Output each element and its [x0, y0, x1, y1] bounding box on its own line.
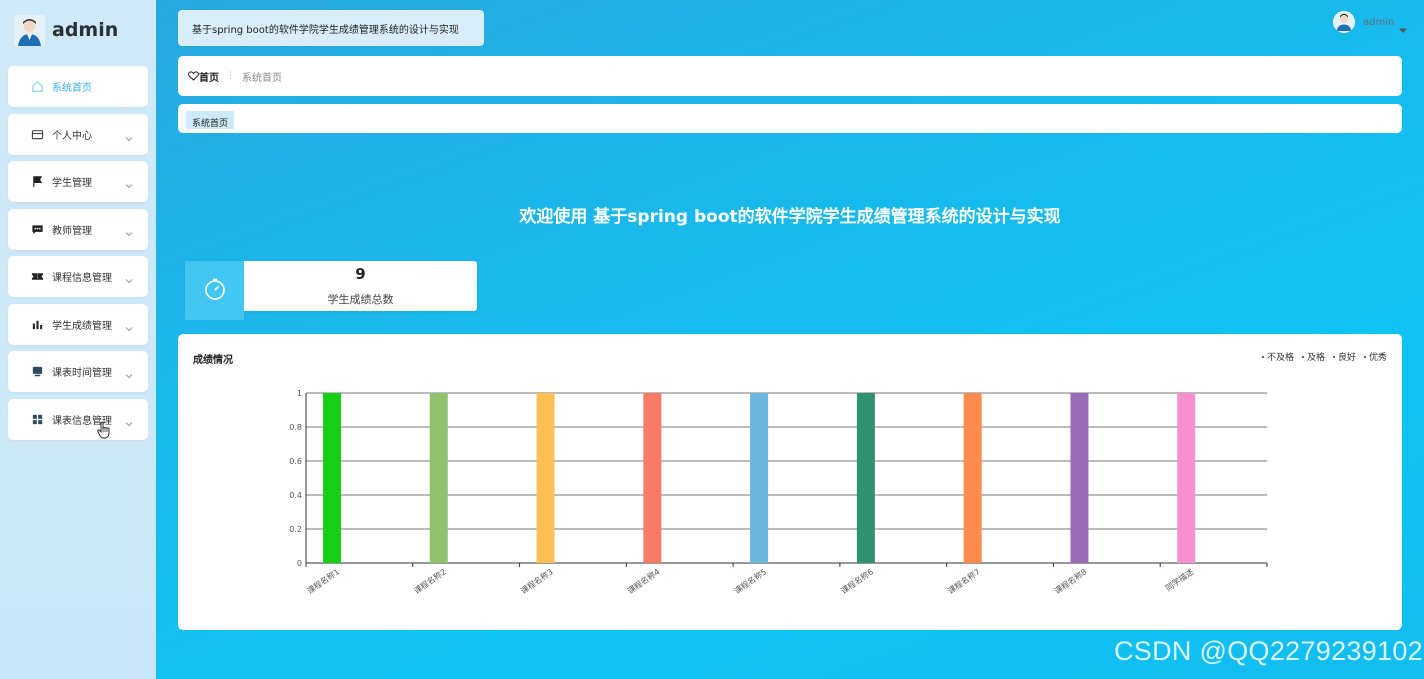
bar-5	[750, 393, 769, 563]
y-tick-label: 1	[297, 389, 302, 398]
breadcrumb: 首页 ⋮ 系统首页	[178, 56, 1402, 96]
bar-4	[643, 393, 662, 563]
bar-6	[856, 393, 875, 563]
y-tick-label: 0.6	[289, 457, 302, 466]
x-tick-label: 课程名称5	[732, 566, 768, 595]
x-tick-label: 课程名称4	[625, 566, 661, 595]
chevron-down-icon	[124, 414, 134, 426]
grade-bar-chart: 0 0.2 0.4 0.6 0.8 1 课程名称1 课程名称2 课程名称3 课程名称4 课程名称5 课…	[289, 389, 1268, 596]
tab-home[interactable]: 系统首页	[186, 111, 235, 129]
user-name: admin	[1363, 16, 1395, 28]
grid-icon	[30, 412, 44, 426]
x-tick-label: 课程名称6	[839, 566, 875, 595]
sidebar-item-label: 教师管理	[52, 225, 92, 237]
x-tick-label: 课程名称2	[412, 566, 448, 595]
user-avatar	[1333, 11, 1355, 33]
sidebar-item-home[interactable]: 系统首页	[8, 66, 148, 107]
bar-chart-icon	[30, 317, 44, 331]
heart-icon	[188, 71, 199, 81]
bar-3	[536, 393, 555, 563]
breadcrumb-separator: ⋮	[226, 71, 235, 81]
monitor-icon	[30, 365, 44, 379]
sidebar-item-label: 个人中心	[52, 130, 92, 142]
y-tick-label: 0	[297, 559, 302, 568]
timer-icon	[203, 277, 227, 305]
message-icon	[30, 222, 44, 236]
avatar	[14, 14, 45, 46]
stat-icon-box	[185, 261, 244, 320]
sidebar-item-label: 课表时间管理	[52, 368, 112, 379]
y-tick-label: 0.4	[289, 491, 302, 500]
stat-label: 学生成绩总数	[327, 293, 394, 306]
chevron-down-icon	[124, 366, 134, 379]
chevron-down-icon	[124, 271, 134, 284]
brand-title: admin	[52, 19, 119, 41]
hand-cursor-icon	[97, 421, 111, 439]
y-tick-label: 0.8	[289, 423, 302, 432]
system-title: 基于spring boot的软件学院学生成绩管理系统的设计与实现	[178, 10, 484, 46]
sidebar-item-schedule-time-management[interactable]: 课表时间管理	[8, 351, 148, 392]
watermark: CSDN @QQ2279239102	[1114, 636, 1423, 666]
bar-2	[429, 393, 448, 563]
card-icon	[30, 127, 44, 141]
x-tick-label: 同学描述	[1163, 566, 1195, 593]
y-tick-label: 0.2	[289, 525, 302, 534]
sidebar-item-label: 学生成绩管理	[52, 320, 112, 332]
sidebar-item-course-management[interactable]: 课程信息管理	[8, 256, 148, 297]
x-tick-label: 课程名称1	[305, 566, 341, 595]
tabs-bar: 系统首页	[178, 104, 1402, 133]
sidebar-item-teacher-management[interactable]: 教师管理	[8, 208, 148, 250]
brand: admin	[14, 14, 118, 46]
flag-icon	[30, 175, 44, 189]
breadcrumb-home-label: 首页	[199, 72, 219, 84]
chevron-down-icon	[124, 224, 134, 236]
breadcrumb-home[interactable]: 首页	[188, 69, 219, 84]
caret-down-icon	[1399, 19, 1408, 33]
bar-7	[963, 393, 982, 563]
home-icon	[30, 80, 44, 94]
x-tick-label: 课程名称7	[946, 566, 982, 595]
bar-9	[1177, 393, 1196, 563]
user-menu[interactable]: admin	[1333, 11, 1408, 33]
bar-1	[323, 393, 341, 563]
chevron-down-icon	[124, 319, 134, 331]
sidebar-item-personal-center[interactable]: 个人中心	[8, 113, 148, 155]
chevron-down-icon	[124, 176, 134, 189]
sidebar-item-label: 课程信息管理	[52, 273, 112, 284]
sidebar: admin 系统首页 个人中心 学生管理 教师管理 课程信息管理 学生成绩管理 …	[0, 0, 156, 679]
breadcrumb-current: 系统首页	[242, 72, 282, 84]
welcome-heading: 欢迎使用 基于spring boot的软件学院学生成绩管理系统的设计与实现	[519, 207, 1061, 227]
sidebar-menu: 系统首页 个人中心 学生管理 教师管理 课程信息管理 学生成绩管理 课表时间管理…	[8, 66, 148, 446]
x-tick-label: 课程名称3	[519, 566, 555, 595]
x-tick-label: 课程名称8	[1052, 566, 1088, 595]
chart-card: 成绩情况 不及格 及格 良好 优秀 0 0.2 0.4 0.6 0.8 1 课程名称1 课程名…	[178, 334, 1402, 630]
sidebar-item-student-management[interactable]: 学生管理	[8, 161, 148, 202]
bar-8	[1070, 393, 1089, 563]
sidebar-item-schedule-info-management[interactable]: 课表信息管理	[8, 398, 148, 440]
chevron-down-icon	[124, 129, 134, 141]
sidebar-item-label: 系统首页	[52, 83, 92, 94]
stat-value: 9	[355, 265, 366, 283]
sidebar-item-label: 学生管理	[52, 178, 92, 189]
sidebar-item-grade-management[interactable]: 学生成绩管理	[8, 303, 148, 345]
ticket-icon	[30, 270, 44, 284]
